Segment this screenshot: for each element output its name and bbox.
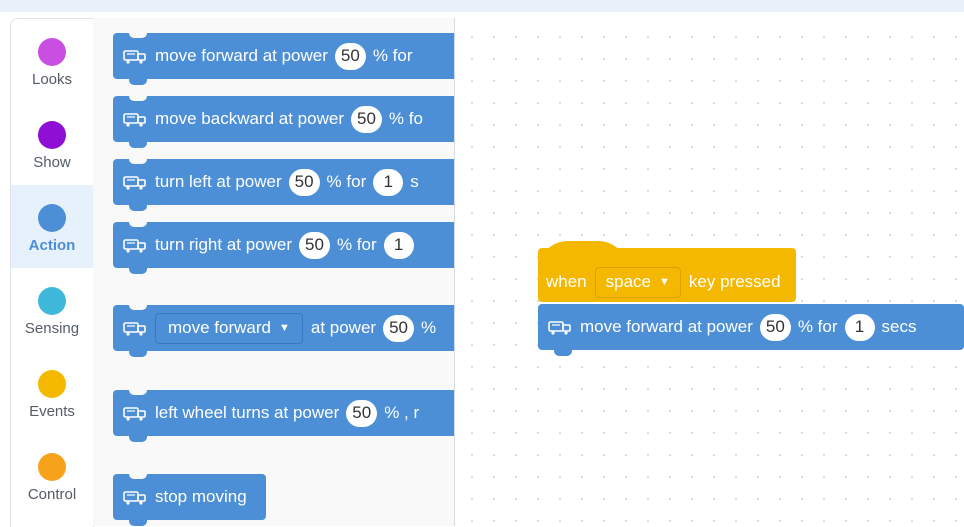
events-dot-icon — [38, 370, 66, 398]
block-palette: move forward at power 50 % for move back… — [93, 18, 454, 526]
block-turn-right[interactable]: turn right at power 50 % for 1 — [113, 221, 454, 274]
block-text: % fo — [388, 109, 423, 128]
power-input[interactable]: 50 — [759, 313, 791, 341]
block-text: move backward at power — [155, 109, 344, 128]
direction-dropdown[interactable]: move forward ▼ — [155, 312, 303, 344]
caret-down-icon: ▼ — [278, 322, 290, 334]
block-text: move forward at power — [155, 46, 328, 65]
seconds-input[interactable]: 1 — [383, 231, 414, 259]
top-strip — [0, 0, 964, 12]
block-stop-moving[interactable]: stop moving — [113, 473, 266, 526]
caret-down-icon: ▼ — [659, 276, 670, 288]
power-input[interactable]: 50 — [288, 168, 320, 196]
dropdown-value: space — [605, 272, 652, 291]
block-text: move forward at power — [580, 317, 753, 336]
show-dot-icon — [38, 121, 66, 149]
category-sensing[interactable]: Sensing — [11, 268, 93, 351]
looks-dot-icon — [38, 38, 66, 66]
category-list: Looks Show Action Sensing Events Control — [10, 18, 94, 527]
category-label: Action — [28, 237, 76, 254]
block-move-forward[interactable]: move forward at power 50 % for — [113, 32, 454, 85]
block-text: % , r — [384, 403, 420, 422]
robot-car-icon — [123, 50, 146, 64]
robot-car-icon — [123, 322, 146, 336]
block-text: secs — [881, 317, 917, 336]
block-text: % — [421, 318, 437, 337]
hat-text: key pressed — [688, 272, 781, 291]
block-text: at power — [310, 318, 377, 337]
hat-text: when — [546, 272, 587, 291]
dropdown-value: move forward — [168, 318, 271, 337]
category-action[interactable]: Action — [11, 185, 93, 268]
key-dropdown[interactable]: space ▼ — [594, 266, 681, 298]
block-move-direction[interactable]: move forward ▼ at power 50 % — [113, 304, 454, 357]
robot-car-icon — [123, 113, 146, 127]
block-text: stop moving — [155, 487, 247, 506]
action-dot-icon — [38, 204, 66, 232]
power-input[interactable]: 50 — [346, 399, 378, 427]
code-canvas[interactable]: when space ▼ key pressed move forward at… — [454, 18, 964, 526]
category-label: Sensing — [24, 320, 80, 337]
power-input[interactable]: 50 — [299, 231, 330, 259]
category-label: Control — [27, 486, 77, 503]
block-text: turn left at power — [155, 172, 282, 191]
block-text: turn right at power — [155, 235, 293, 254]
category-looks[interactable]: Looks — [11, 19, 93, 102]
block-left-wheel[interactable]: left wheel turns at power 50 % , r — [113, 389, 454, 442]
robot-car-icon — [123, 239, 146, 253]
sensing-dot-icon — [38, 287, 66, 315]
power-input[interactable]: 50 — [334, 42, 366, 70]
block-text: % for — [372, 46, 413, 65]
category-control[interactable]: Control — [11, 434, 93, 517]
block-text: % for — [797, 317, 838, 336]
block-turn-left[interactable]: turn left at power 50 % for 1 s — [113, 158, 454, 211]
canvas-block-move-forward[interactable]: move forward at power 50 % for 1 secs — [538, 304, 964, 356]
robot-car-icon — [123, 407, 146, 421]
block-text: % for — [336, 235, 377, 254]
category-events[interactable]: Events — [11, 351, 93, 434]
power-input[interactable]: 50 — [350, 105, 382, 133]
block-text: left wheel turns at power — [155, 403, 340, 422]
seconds-input[interactable]: 1 — [373, 168, 404, 196]
robot-car-icon — [123, 491, 146, 505]
robot-car-icon — [123, 176, 146, 190]
block-text: % for — [326, 172, 367, 191]
category-label: Events — [29, 403, 75, 420]
category-label: Show — [33, 154, 71, 171]
block-text: s — [410, 172, 419, 191]
block-move-backward[interactable]: move backward at power 50 % fo — [113, 95, 454, 148]
power-input[interactable]: 50 — [383, 314, 414, 342]
control-dot-icon — [38, 453, 66, 481]
category-show[interactable]: Show — [11, 102, 93, 185]
hat-block-content: when space ▼ key pressed — [538, 262, 781, 302]
category-label: Looks — [31, 71, 73, 88]
robot-car-icon — [548, 321, 571, 335]
seconds-input[interactable]: 1 — [844, 313, 875, 341]
